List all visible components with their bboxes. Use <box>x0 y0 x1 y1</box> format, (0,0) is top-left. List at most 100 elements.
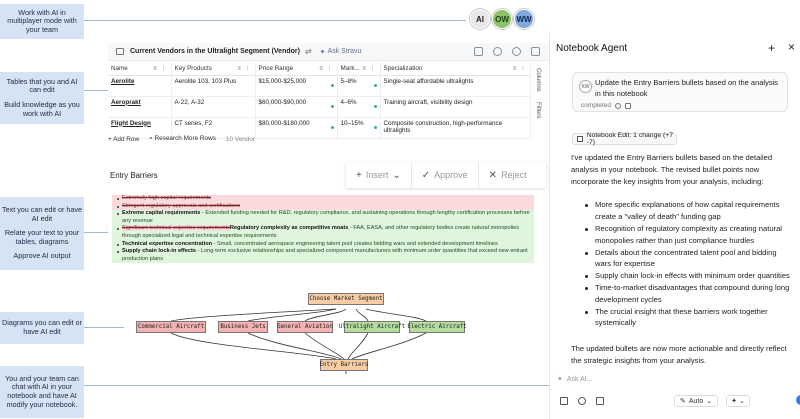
deleted-bullet[interactable]: Stringent regulatory approvals and certi… <box>112 202 534 211</box>
callout-multiplayer: Work with AI in multiplayer mode with yo… <box>0 4 84 39</box>
table-header: Current Vendors in the Ultralight Segmen… <box>108 43 548 61</box>
refresh-icon[interactable] <box>493 47 502 56</box>
send-button[interactable] <box>796 395 800 405</box>
response-intro: I've updated the Entry Barriers bullets … <box>571 153 773 186</box>
column-menu-icon: ≡ ⋮ <box>512 66 527 73</box>
diagram-node-segment[interactable]: Electric Aircraft <box>407 321 467 333</box>
column-header-specialization[interactable]: Specialization ≡ ⋮ <box>380 63 531 76</box>
entry-barriers-list[interactable]: ⋮⋮ Extremely high capital requirements S… <box>104 195 534 264</box>
response-outro: The updated bullets are now more actiona… <box>571 344 787 365</box>
plus-icon: + <box>356 169 362 181</box>
table-row[interactable]: Aeroprakt A-22, A-32 $60,000-$90,000 4–6… <box>108 96 531 118</box>
close-icon: ✕ <box>488 169 498 181</box>
callout-text-edit: Text you can edit or have AI edit Relate… <box>0 197 84 270</box>
grid-icon[interactable] <box>596 397 604 405</box>
callout-text: Build knowledge as you work with AI <box>4 100 80 118</box>
cell-market[interactable]: 4–6% <box>337 96 381 118</box>
diagram-node-bottom[interactable]: Entry Barriers <box>320 359 368 371</box>
diagram-node-top[interactable]: Choose Market Segment <box>308 293 384 305</box>
inserted-bullet[interactable]: Significant technical expertise requirem… <box>112 225 534 241</box>
callout-connector <box>84 90 108 91</box>
cell-specialization[interactable]: Single-seat affordable ultralights <box>380 75 531 97</box>
column-header-products[interactable]: Key Products ≡ ⋮ <box>171 63 256 76</box>
cell-price[interactable]: $80,000-$180,000 <box>255 117 338 139</box>
column-menu-icon: ≡ ⋮ <box>362 66 377 73</box>
chevron-down-icon: ⌄ <box>706 398 713 405</box>
callout-text: Work with AI in multiplayer mode with yo… <box>7 7 77 34</box>
agent-title: Notebook Agent <box>556 43 628 54</box>
cell-specialization[interactable]: Composite construction, high-performance… <box>380 117 531 139</box>
vendor-table: Name ≡ ⋮ Key Products ≡ ⋮ Price Range ≡ ⋮ M… <box>108 63 531 139</box>
callout-text: Diagrams you can edit or have AI edit <box>2 318 82 336</box>
inserted-bullet[interactable]: Extreme capital requirements - Extended … <box>112 210 534 226</box>
column-header-name[interactable]: Name ≡ ⋮ <box>108 63 172 76</box>
cell-products[interactable]: A-22, A-32 <box>171 96 256 118</box>
avatar-ai[interactable]: AI <box>470 9 490 29</box>
chevron-down-icon: ⌄ <box>392 169 401 181</box>
list-item: Details about the concentrated talent po… <box>571 247 790 271</box>
diagram-node-segment[interactable]: Ultralight Aircraft <box>339 321 405 333</box>
ai-options-button[interactable]: ✦ ⌄ <box>726 395 750 407</box>
insert-button[interactable]: + Insert ⌄ <box>346 162 412 188</box>
user-message-text: Update the Entry Barriers bullets based … <box>595 78 779 98</box>
inserted-bullet[interactable]: Supply chain lock-in effects - Long-term… <box>112 248 534 264</box>
tab-filters[interactable]: Filters <box>535 102 541 118</box>
column-header-market[interactable]: Mark... ≡ ⋮ <box>337 63 381 76</box>
diagram-node-segment[interactable]: Business Jets <box>218 321 268 333</box>
avatar-ow[interactable]: OW <box>492 9 512 29</box>
table-icon <box>116 48 124 55</box>
cell-price[interactable]: $15,000-$25,000 <box>255 75 338 97</box>
column-menu-icon: ≡ ⋮ <box>319 66 334 73</box>
link-icon[interactable]: ⇄ <box>305 47 312 56</box>
add-row-button[interactable]: + Add Row <box>108 136 139 143</box>
close-icon[interactable]: × <box>788 40 795 54</box>
ask-stravu-button[interactable]: ✦ Ask Stravu <box>320 48 362 56</box>
user-message: KW Update the Entry Barriers bullets bas… <box>572 72 788 112</box>
mode-select[interactable]: ✎ Auto ⌄ <box>674 395 719 407</box>
callout-text: Tables that you and AI can edit <box>6 76 78 95</box>
response-points: More specific explanations of how capita… <box>571 199 790 329</box>
settings-icon[interactable] <box>512 47 521 56</box>
collaborator-avatars: AI OW WW <box>470 9 534 29</box>
search-icon: ⌕ <box>149 135 153 142</box>
message-status: completed <box>581 102 631 109</box>
section-title: Entry Barriers <box>110 171 158 180</box>
research-rows-button[interactable]: ⌕ Research More Rows <box>149 135 216 143</box>
cell-name[interactable]: Aeroprakt <box>108 96 172 118</box>
cell-products[interactable]: Aerolite 103, 103 Plus <box>171 75 256 97</box>
cell-price[interactable]: $60,000-$90,000 <box>255 96 338 118</box>
callout-text: Approve AI output <box>13 251 71 261</box>
check-icon: ✓ <box>421 169 431 181</box>
tab-columns[interactable]: Columns <box>535 68 541 92</box>
notebook-edit-badge[interactable]: Notebook Edit: 1 change (+7 -7) <box>572 132 677 146</box>
cell-market[interactable]: 5–8% <box>337 75 381 97</box>
table-row[interactable]: Aerolite Aerolite 103, 103 Plus $15,000-… <box>108 75 531 97</box>
microphone-icon[interactable] <box>560 397 568 405</box>
approve-button[interactable]: ✓ Approve <box>412 162 479 188</box>
ask-ai-input[interactable]: ✦ Ask AI... <box>557 371 795 387</box>
list-item: Supply chain lock-in effects with minimu… <box>571 270 790 282</box>
status-dot <box>373 104 377 108</box>
avatar: KW <box>579 80 592 93</box>
avatar-ww[interactable]: WW <box>514 9 534 29</box>
status-dot <box>373 125 377 129</box>
table-tools <box>474 47 540 56</box>
plus-icon[interactable]: + <box>768 41 775 55</box>
cell-market[interactable]: 10–15% <box>337 117 381 139</box>
globe-icon[interactable] <box>578 397 586 405</box>
cell-specialization[interactable]: Training aircraft, visibility design <box>380 96 531 118</box>
diagram-node-segment[interactable]: Commercial Aircraft <box>136 321 206 333</box>
deleted-bullet[interactable]: Extremely high capital requirements <box>112 195 534 203</box>
status-dot <box>330 83 334 87</box>
inserted-bullet[interactable]: Technical expertise concentration - Smal… <box>112 240 534 249</box>
cell-name[interactable]: Aerolite <box>108 75 172 97</box>
list-item: The crucial insight that these barriers … <box>571 306 790 330</box>
grid-icon <box>625 102 631 109</box>
diagram-node-segment[interactable]: General Aviation <box>277 321 333 333</box>
column-header-price[interactable]: Price Range ≡ ⋮ <box>255 63 338 76</box>
market-diagram[interactable]: Choose Market Segment Commercial Aircraf… <box>136 290 506 374</box>
expand-icon[interactable] <box>474 47 483 56</box>
reject-button[interactable]: ✕ Reject <box>479 162 537 188</box>
status-dot <box>330 104 334 108</box>
fullscreen-icon[interactable] <box>531 47 540 56</box>
